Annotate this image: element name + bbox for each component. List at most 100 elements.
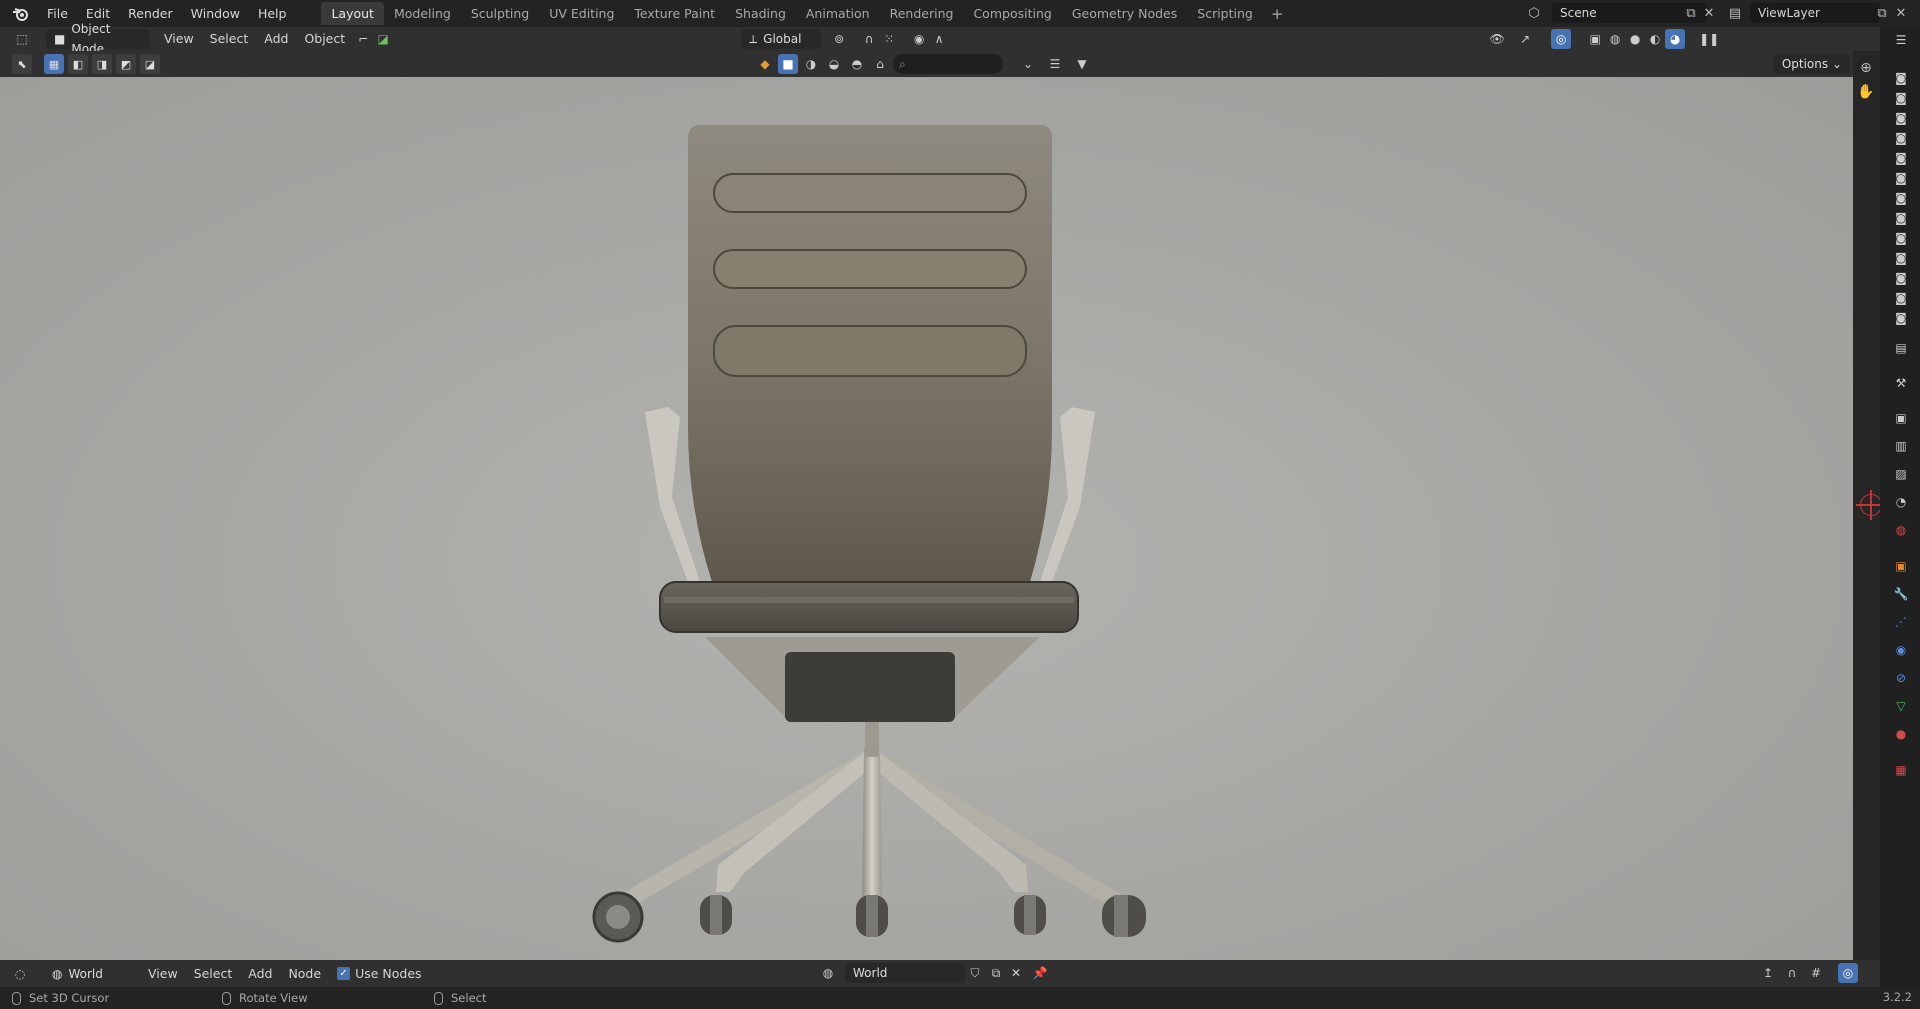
delete-scene-icon[interactable]: ✕ [1700, 4, 1718, 22]
pivot-point-icon[interactable]: ⊚ [829, 29, 849, 49]
select-subtract-icon[interactable]: ◨ [92, 54, 112, 74]
sort-icon[interactable]: ☰ [1045, 54, 1065, 74]
menu-select[interactable]: Select [202, 29, 257, 49]
tab-modeling[interactable]: Modeling [384, 2, 461, 25]
particles-properties-icon[interactable]: ⋰ [1893, 614, 1909, 630]
blender-logo-icon[interactable] [10, 3, 32, 25]
camera-render-icon[interactable]: ◙ [1893, 130, 1909, 146]
node-editor-type-icon[interactable]: ◌ [10, 964, 30, 984]
filter-light-icon[interactable]: ◑ [801, 54, 821, 74]
physics-properties-icon[interactable]: ◉ [1893, 642, 1909, 658]
xray-icon[interactable]: ▣ [1585, 29, 1605, 49]
render-properties-icon[interactable]: ▣ [1893, 410, 1909, 426]
select-extend-icon[interactable]: ◧ [68, 54, 88, 74]
tab-shading[interactable]: Shading [725, 2, 796, 25]
select-new-icon[interactable]: ▦ [44, 54, 64, 74]
new-scene-icon[interactable]: ⧉ [1682, 4, 1700, 22]
node-menu-node[interactable]: Node [280, 964, 329, 984]
shading-wireframe-icon[interactable]: ◍ [1605, 29, 1625, 49]
filter-other-icon[interactable]: ⌂ [870, 54, 890, 74]
camera-render-icon[interactable]: ◙ [1893, 210, 1909, 226]
mode-dropdown[interactable]: ■ Object Mode [46, 22, 150, 56]
pause-render-icon[interactable]: ❚❚ [1699, 29, 1719, 49]
snap-grid-icon[interactable]: # [1806, 963, 1826, 983]
modifier-properties-icon[interactable]: 🔧 [1893, 586, 1909, 602]
delete-view-layer-icon[interactable]: ✕ [1892, 4, 1910, 22]
tab-animation[interactable]: Animation [796, 2, 880, 25]
mesh-data-properties-icon[interactable]: ▽ [1893, 698, 1909, 714]
transform-affect-icon[interactable]: ⌐ [353, 29, 373, 49]
camera-render-icon[interactable]: ◙ [1893, 90, 1909, 106]
overlays-icon[interactable]: ◎ [1551, 29, 1572, 49]
camera-render-icon[interactable]: ◙ [1893, 150, 1909, 166]
pan-hand-icon[interactable]: ✋ [1855, 84, 1877, 100]
material-properties-icon[interactable]: ● [1893, 726, 1909, 742]
selectability-icon[interactable]: ◪ [373, 29, 393, 49]
constraint-properties-icon[interactable]: ⊘ [1893, 670, 1909, 686]
world-datablock-field[interactable]: World [845, 963, 965, 983]
tab-texture-paint[interactable]: Texture Paint [624, 2, 725, 25]
tab-uv-editing[interactable]: UV Editing [539, 2, 624, 25]
camera-render-icon[interactable]: ◙ [1893, 230, 1909, 246]
select-invert-icon[interactable]: ◩ [116, 54, 136, 74]
3d-viewport[interactable] [0, 77, 1853, 960]
shader-type-dropdown[interactable]: ◍ World [44, 964, 126, 984]
camera-render-icon[interactable]: ◙ [1893, 170, 1909, 186]
funnel-filter-icon[interactable]: ▼ [1072, 54, 1092, 74]
camera-render-icon[interactable]: ◙ [1893, 270, 1909, 286]
snap-target-icon[interactable]: ⁙ [879, 29, 899, 49]
tab-scripting[interactable]: Scripting [1187, 2, 1263, 25]
filter-all-icon[interactable]: ◆ [755, 54, 775, 74]
tab-geometry-nodes[interactable]: Geometry Nodes [1062, 2, 1187, 25]
shading-solid-icon[interactable]: ● [1625, 29, 1645, 49]
object-properties-icon[interactable]: ▣ [1893, 558, 1909, 574]
menu-help[interactable]: Help [249, 3, 296, 25]
filter-mesh-icon[interactable]: ■ [778, 54, 798, 74]
zoom-icon[interactable]: ⊕ [1855, 60, 1877, 76]
fake-user-shield-icon[interactable]: ⛉ [965, 963, 985, 983]
pin-icon[interactable]: 📌 [1030, 963, 1050, 983]
menu-view[interactable]: View [156, 29, 202, 49]
tool-properties-icon[interactable]: ⚒ [1893, 375, 1909, 391]
tab-layout[interactable]: Layout [321, 2, 384, 25]
unlink-icon[interactable]: ✕ [1006, 963, 1026, 983]
camera-render-icon[interactable]: ◙ [1893, 190, 1909, 206]
properties-editor-icon[interactable]: ▤ [1893, 340, 1909, 356]
falloff-icon[interactable]: ∧ [929, 29, 949, 49]
shading-material-icon[interactable]: ◐ [1645, 29, 1665, 49]
camera-render-icon[interactable]: ◙ [1893, 290, 1909, 306]
menu-window[interactable]: Window [182, 3, 249, 25]
filter-dropdown-icon[interactable]: ⌄ [1018, 54, 1038, 74]
world-browse-icon[interactable]: ◍ [818, 963, 838, 983]
options-dropdown[interactable]: Options ⌄ [1773, 54, 1850, 74]
camera-render-icon[interactable]: ◙ [1893, 310, 1909, 326]
texture-properties-icon[interactable]: ▦ [1893, 762, 1909, 778]
snap-node-icon[interactable]: ∩ [1782, 963, 1802, 983]
parent-node-icon[interactable]: ↥ [1758, 963, 1778, 983]
object-search-input[interactable]: ⌕ [893, 54, 1003, 74]
visibility-icon[interactable]: 👁 [1487, 29, 1507, 49]
view-layer-properties-icon[interactable]: ▨ [1893, 466, 1909, 482]
new-view-layer-icon[interactable]: ⧉ [1873, 4, 1891, 22]
transform-orientation-dropdown[interactable]: ⟂ Global [741, 29, 822, 49]
filter-camera-icon[interactable]: ◒ [824, 54, 844, 74]
snap-icon[interactable]: ∩ [859, 29, 879, 49]
editor-type-icon[interactable]: ⬚ [12, 29, 32, 49]
select-tool-icon[interactable]: ⬉ [12, 54, 32, 74]
menu-add[interactable]: Add [256, 29, 296, 49]
scene-selector-icon[interactable]: ⬡ [1525, 4, 1543, 22]
world-properties-icon[interactable]: ◍ [1893, 522, 1909, 538]
proportional-editing-icon[interactable]: ◉ [909, 29, 929, 49]
node-menu-add[interactable]: Add [240, 964, 280, 984]
duplicate-icon[interactable]: ⧉ [986, 963, 1006, 983]
use-nodes-checkbox[interactable]: ✓ Use Nodes [329, 964, 429, 984]
node-menu-select[interactable]: Select [186, 964, 241, 984]
output-properties-icon[interactable]: ▥ [1893, 438, 1909, 454]
node-menu-view[interactable]: View [140, 964, 186, 984]
menu-object[interactable]: Object [296, 29, 353, 49]
scene-properties-icon[interactable]: ◔ [1893, 494, 1909, 510]
camera-render-icon[interactable]: ◙ [1893, 110, 1909, 126]
node-overlays-icon[interactable]: ◎ [1838, 963, 1858, 983]
tab-sculpting[interactable]: Sculpting [461, 2, 539, 25]
select-intersect-icon[interactable]: ◪ [140, 54, 160, 74]
